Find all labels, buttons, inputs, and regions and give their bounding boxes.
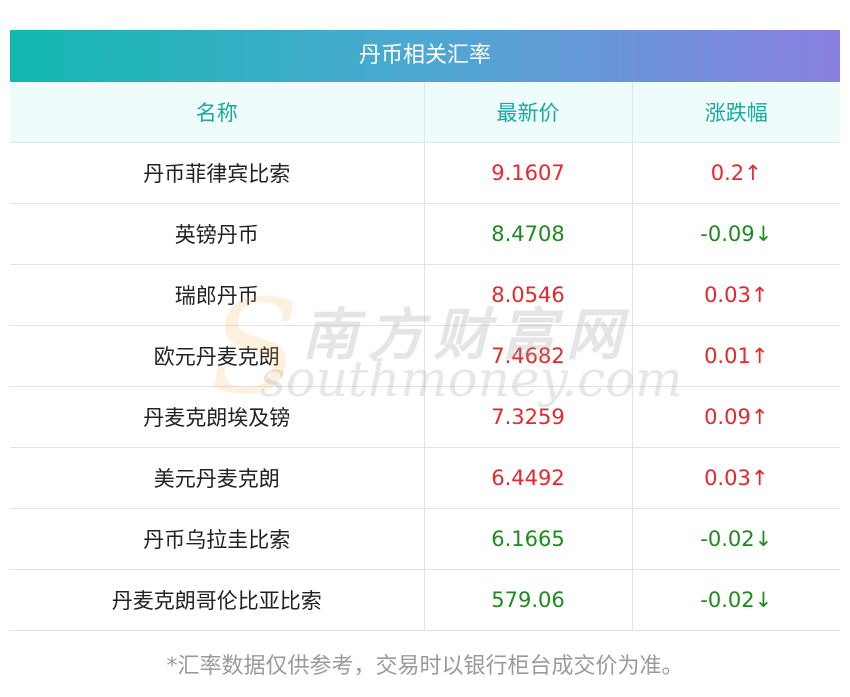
currency-pair-name: 丹麦克朗哥伦比亚比索	[10, 569, 425, 631]
latest-price: 9.1607	[424, 142, 633, 204]
exchange-rate-table: 名称 最新价 涨跌幅 丹币菲律宾比索 9.1607 0.2↑ 英镑丹币 8.47…	[10, 82, 840, 631]
change-percent: -0.02↓	[632, 569, 840, 631]
change-percent: -0.09↓	[632, 203, 840, 265]
page: 丹币相关汇率 名称 最新价 涨跌幅 丹币菲律宾比索 9.1607 0.2↑ 英镑…	[0, 0, 850, 697]
currency-pair-name: 美元丹麦克朗	[10, 447, 425, 509]
latest-price: 8.0546	[424, 264, 633, 326]
latest-price: 8.4708	[424, 203, 633, 265]
table-row: 丹币菲律宾比索 9.1607 0.2↑	[10, 142, 840, 204]
column-header-price: 最新价	[424, 82, 633, 143]
latest-price: 7.4682	[424, 325, 633, 387]
currency-pair-name: 丹币乌拉圭比索	[10, 508, 425, 570]
currency-pair-name: 欧元丹麦克朗	[10, 325, 425, 387]
latest-price: 6.1665	[424, 508, 633, 570]
change-percent: 0.01↑	[632, 325, 840, 387]
change-percent: 0.09↑	[632, 386, 840, 448]
table-row: 丹麦克朗埃及镑 7.3259 0.09↑	[10, 386, 840, 448]
change-percent: -0.02↓	[632, 508, 840, 570]
currency-pair-name: 英镑丹币	[10, 203, 425, 265]
column-header-name: 名称	[10, 82, 425, 143]
currency-pair-name: 丹币菲律宾比索	[10, 142, 425, 204]
latest-price: 579.06	[424, 569, 633, 631]
change-percent: 0.03↑	[632, 447, 840, 509]
table-row: 欧元丹麦克朗 7.4682 0.01↑	[10, 325, 840, 387]
table-row: 美元丹麦克朗 6.4492 0.03↑	[10, 447, 840, 509]
currency-pair-name: 丹麦克朗埃及镑	[10, 386, 425, 448]
header-row: 名称 最新价 涨跌幅	[10, 82, 840, 143]
latest-price: 6.4492	[424, 447, 633, 509]
table-row: 丹币乌拉圭比索 6.1665 -0.02↓	[10, 508, 840, 570]
currency-pair-name: 瑞郎丹币	[10, 264, 425, 326]
table-body: 丹币菲律宾比索 9.1607 0.2↑ 英镑丹币 8.4708 -0.09↓ 瑞…	[10, 142, 840, 631]
table-header: 名称 最新价 涨跌幅	[10, 82, 840, 143]
change-percent: 0.2↑	[632, 142, 840, 204]
change-percent: 0.03↑	[632, 264, 840, 326]
latest-price: 7.3259	[424, 386, 633, 448]
table-row: 英镑丹币 8.4708 -0.09↓	[10, 203, 840, 265]
table-row: 丹麦克朗哥伦比亚比索 579.06 -0.02↓	[10, 569, 840, 631]
table-row: 瑞郎丹币 8.0546 0.03↑	[10, 264, 840, 326]
disclaimer-footnote: *汇率数据仅供参考，交易时以银行柜台成交价为准。	[166, 654, 684, 679]
column-header-change: 涨跌幅	[632, 82, 840, 143]
table-title: 丹币相关汇率	[10, 30, 840, 82]
